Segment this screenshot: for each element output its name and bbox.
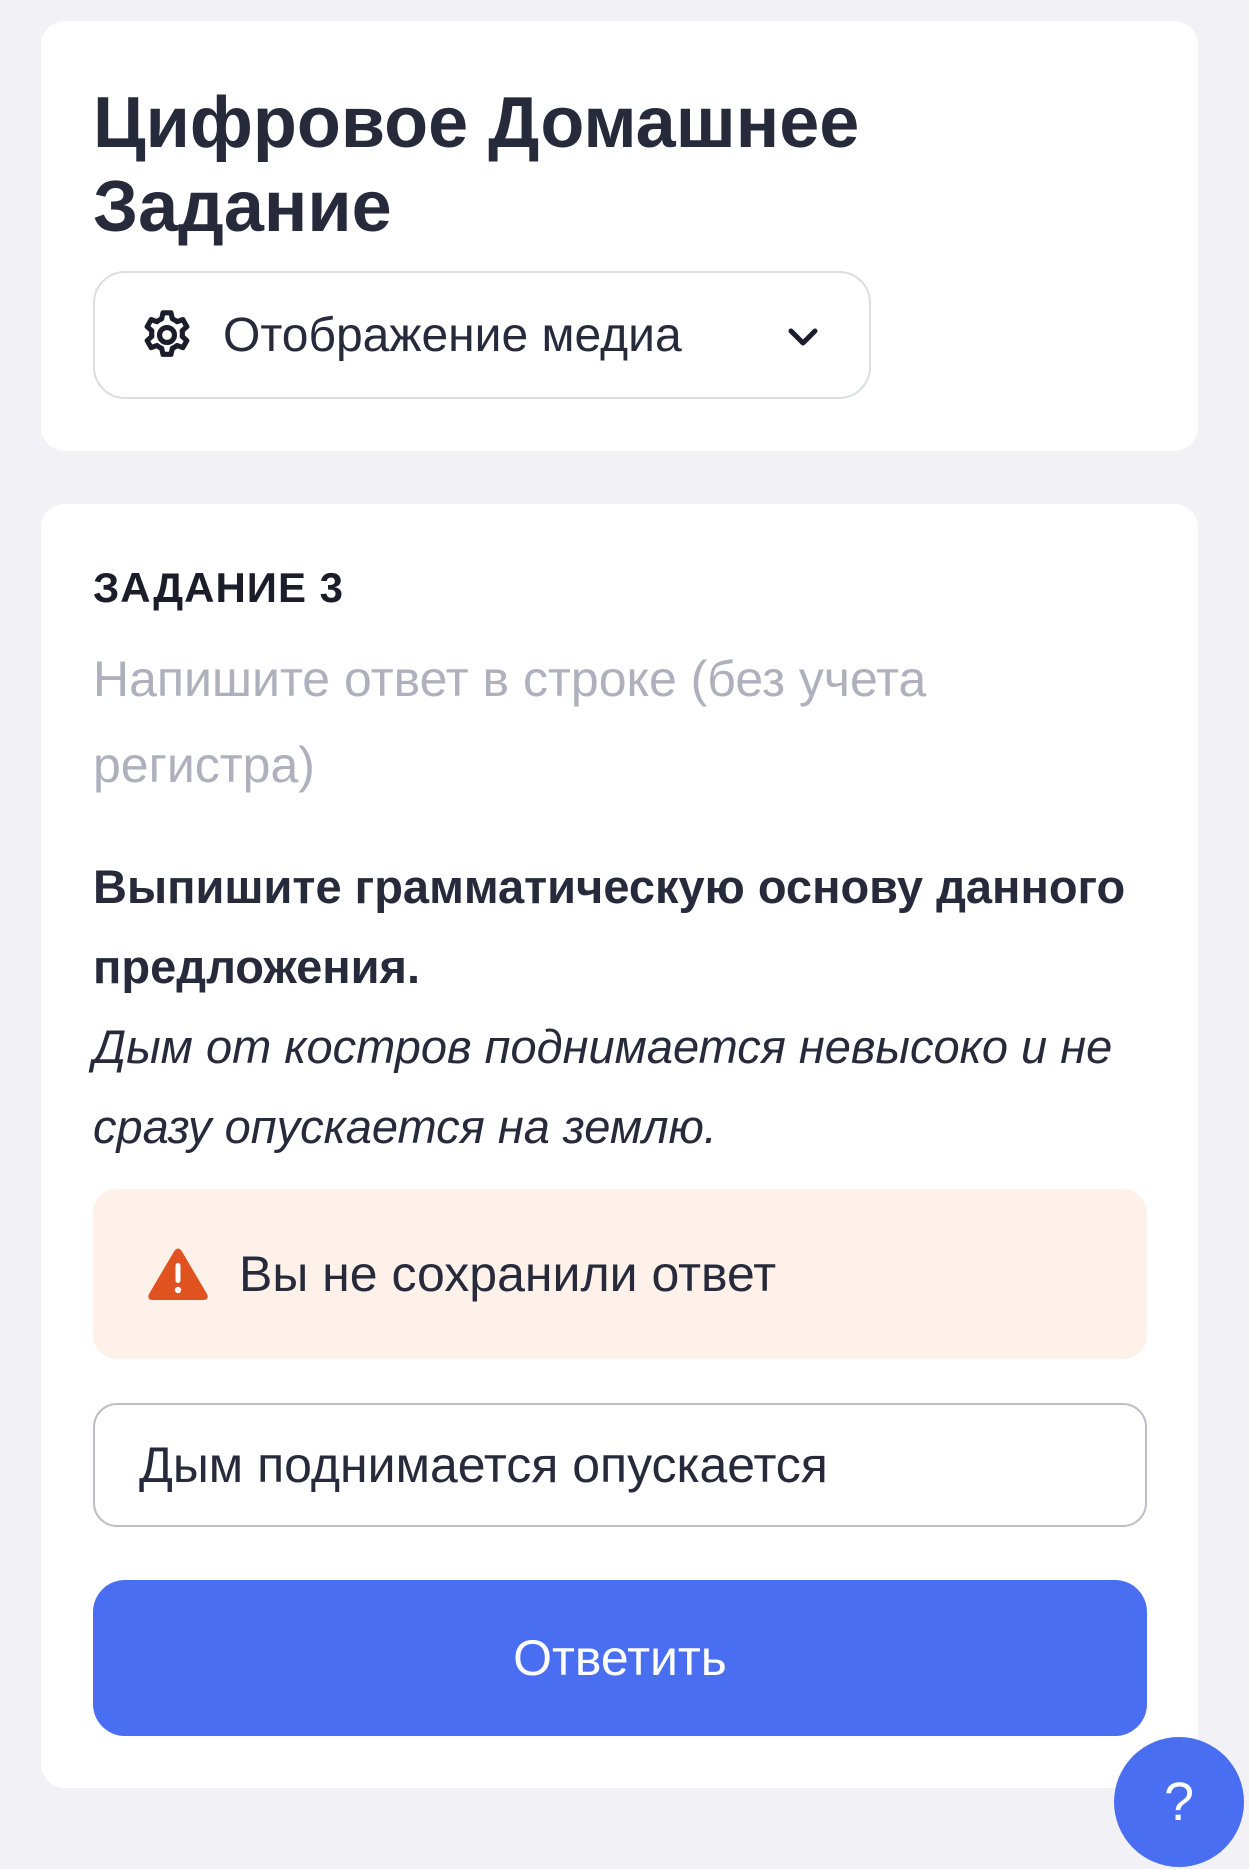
chevron-down-icon <box>783 319 823 355</box>
submit-answer-button[interactable]: Ответить <box>93 1580 1147 1736</box>
header-card: Цифровое Домашнее Задание Отображение ме… <box>41 21 1198 451</box>
warning-text: Вы не сохранили ответ <box>239 1246 777 1302</box>
gear-icon <box>139 307 195 363</box>
task-question: Выпишите грамматическую основу данного п… <box>93 860 1126 993</box>
answer-input[interactable] <box>93 1403 1147 1527</box>
task-number: ЗАДАНИЕ 3 <box>93 564 345 611</box>
task-hint: Напишите ответ в строке (без учета регис… <box>93 651 927 793</box>
task-sentence: Дым от костров поднимается невысоко и не… <box>93 1020 1113 1153</box>
warning-icon <box>147 1247 209 1301</box>
media-display-dropdown[interactable]: Отображение медиа <box>93 271 871 399</box>
media-display-label: Отображение медиа <box>223 308 682 362</box>
page-title: Цифровое Домашнее Задание <box>93 83 860 247</box>
task-card: ЗАДАНИЕ 3 Напишите ответ в строке (без у… <box>41 504 1198 1788</box>
unsaved-warning-banner: Вы не сохранили ответ <box>93 1189 1147 1359</box>
help-button[interactable]: ? <box>1114 1737 1244 1867</box>
